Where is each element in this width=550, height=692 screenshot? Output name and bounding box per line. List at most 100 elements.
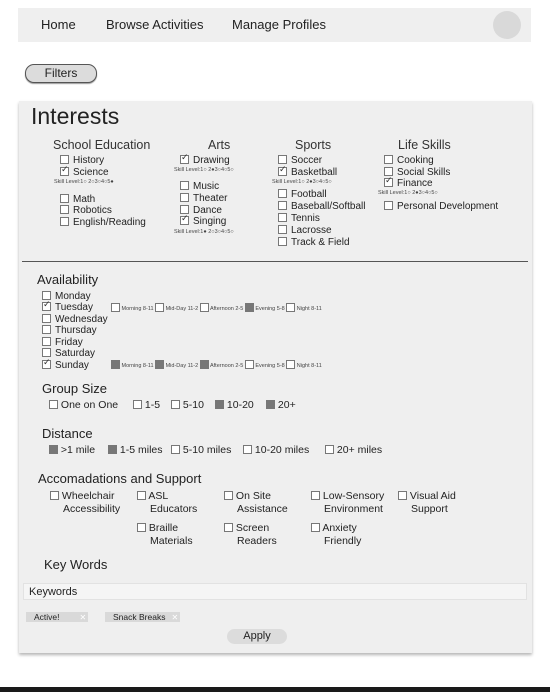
science-checkbox[interactable]: [60, 164, 69, 176]
track-field-checkbox[interactable]: [278, 236, 287, 246]
close-icon[interactable]: ✕: [171, 613, 178, 622]
group-size-5-10[interactable]: 5-10: [171, 399, 204, 411]
filters-button[interactable]: Filters: [25, 64, 97, 83]
music-checkbox[interactable]: [180, 180, 189, 190]
accommodation-braille[interactable]: Braille Materials: [137, 522, 193, 548]
day-sunday[interactable]: Sunday: [42, 357, 89, 371]
10-20-miles-checkbox[interactable]: [243, 444, 252, 454]
20-plus-miles-checkbox[interactable]: [325, 444, 334, 454]
singing-skill-level[interactable]: Skill Level:1● 2○3○4○5○: [174, 229, 234, 235]
math-checkbox[interactable]: [60, 193, 69, 203]
interest-lacrosse[interactable]: Lacrosse: [278, 224, 332, 236]
nav-manage-profiles-link[interactable]: Manage Profiles: [232, 17, 326, 32]
accommodation-on-site[interactable]: On Site Assistance: [224, 490, 288, 516]
cooking-checkbox[interactable]: [384, 154, 393, 164]
wheelchair-checkbox[interactable]: [50, 490, 59, 500]
size-10-20-checkbox[interactable]: [215, 399, 224, 409]
interest-theater[interactable]: Theater: [180, 192, 227, 204]
day-tuesday[interactable]: Tuesday: [42, 299, 93, 313]
nav-browse-activities-link[interactable]: Browse Activities: [106, 17, 204, 32]
interest-drawing[interactable]: Drawing: [180, 152, 230, 166]
theater-checkbox[interactable]: [180, 192, 189, 202]
robotics-checkbox[interactable]: [60, 204, 69, 214]
interest-singing[interactable]: Singing: [180, 213, 226, 227]
basketball-checkbox[interactable]: [278, 164, 287, 176]
accommodation-visual-aid[interactable]: Visual Aid Support: [398, 490, 456, 516]
apply-button[interactable]: Apply: [227, 629, 287, 644]
history-checkbox[interactable]: [60, 154, 69, 164]
interest-science[interactable]: Science: [60, 164, 109, 178]
interest-music[interactable]: Music: [180, 180, 219, 192]
5-10-miles-checkbox[interactable]: [171, 444, 180, 454]
on-site-checkbox[interactable]: [224, 490, 233, 500]
tuesday-slot-afternoon[interactable]: Afternoon 2-5: [199, 303, 243, 312]
interest-personal-development[interactable]: Personal Development: [384, 200, 498, 212]
tuesday-slot-midday[interactable]: Mid-Day 11-2: [155, 303, 198, 312]
visual-aid-checkbox[interactable]: [398, 490, 407, 500]
accommodation-screen-readers[interactable]: Screen Readers: [224, 522, 277, 548]
keyword-chip-active[interactable]: Active! ✕: [26, 612, 89, 622]
finance-checkbox[interactable]: [384, 175, 393, 187]
group-size-1-5[interactable]: 1-5: [133, 399, 160, 411]
braille-checkbox[interactable]: [137, 522, 146, 532]
football-checkbox[interactable]: [278, 188, 287, 198]
wednesday-checkbox[interactable]: [42, 313, 51, 323]
lacrosse-checkbox[interactable]: [278, 224, 287, 234]
accommodation-anxiety-friendly[interactable]: Anxiety Friendly: [311, 522, 361, 548]
tuesday-checkbox[interactable]: [42, 299, 51, 311]
group-size-20-plus[interactable]: 20+: [266, 399, 296, 411]
distance-10-20-miles[interactable]: 10-20 miles: [243, 444, 309, 456]
finance-skill-level[interactable]: Skill Level:1○ 2●3○4○5○: [378, 190, 438, 196]
tuesday-slot-evening[interactable]: Evening 5-8: [244, 303, 285, 312]
friday-checkbox[interactable]: [42, 336, 51, 346]
interest-math[interactable]: Math: [60, 193, 95, 205]
tuesday-slot-night[interactable]: Night 8-11: [286, 303, 322, 312]
size-5-10-checkbox[interactable]: [171, 399, 180, 409]
interest-basketball[interactable]: Basketball: [278, 164, 337, 178]
group-size-one-on-one[interactable]: One on One: [49, 399, 118, 411]
distance-5-10-miles[interactable]: 5-10 miles: [171, 444, 231, 456]
english-reading-checkbox[interactable]: [60, 216, 69, 226]
nav-home-link[interactable]: Home: [41, 17, 76, 32]
size-1-5-checkbox[interactable]: [133, 399, 142, 409]
distance-1-5-miles[interactable]: 1-5 miles: [108, 444, 163, 456]
interest-tennis[interactable]: Tennis: [278, 212, 320, 224]
distance-20-plus-miles[interactable]: 20+ miles: [325, 444, 382, 456]
group-size-10-20[interactable]: 10-20: [215, 399, 254, 411]
size-20-plus-checkbox[interactable]: [266, 399, 275, 409]
low-sensory-checkbox[interactable]: [311, 490, 320, 500]
day-thursday[interactable]: Thursday: [42, 324, 97, 336]
1-5-miles-checkbox[interactable]: [108, 444, 117, 454]
personal-development-checkbox[interactable]: [384, 200, 393, 210]
under-1-mile-checkbox[interactable]: [49, 444, 58, 454]
interest-robotics[interactable]: Robotics: [60, 204, 112, 216]
interest-football[interactable]: Football: [278, 188, 327, 200]
keyword-chip-snack-breaks[interactable]: Snack Breaks ✕: [105, 612, 181, 622]
accommodation-asl[interactable]: ASL Educators: [137, 490, 197, 516]
sunday-slot-afternoon[interactable]: Afternoon 2-5: [199, 360, 243, 369]
screen-readers-checkbox[interactable]: [224, 522, 233, 532]
interest-baseball-softball[interactable]: Baseball/Softball: [278, 200, 366, 212]
tuesday-slot-morning[interactable]: Morning 8-11: [111, 303, 154, 312]
interest-finance[interactable]: Finance: [384, 175, 433, 189]
anxiety-friendly-checkbox[interactable]: [311, 522, 320, 532]
interest-track-field[interactable]: Track & Field: [278, 236, 350, 248]
keywords-input[interactable]: Keywords: [23, 583, 527, 600]
drawing-skill-level[interactable]: Skill Level:1○ 2●3○4○5○: [174, 167, 234, 173]
sunday-slot-evening[interactable]: Evening 5-8: [244, 360, 285, 369]
saturday-checkbox[interactable]: [42, 347, 51, 357]
distance-under-1-mile[interactable]: >1 mile: [49, 444, 95, 456]
interest-cooking[interactable]: Cooking: [384, 154, 434, 166]
day-wednesday[interactable]: Wednesday: [42, 313, 108, 325]
one-on-one-checkbox[interactable]: [49, 399, 58, 409]
accommodation-low-sensory[interactable]: Low-Sensory Environment: [311, 490, 384, 516]
baseball-softball-checkbox[interactable]: [278, 200, 287, 210]
drawing-checkbox[interactable]: [180, 152, 189, 164]
avatar[interactable]: [493, 11, 521, 39]
sunday-slot-morning[interactable]: Morning 8-11: [111, 360, 154, 369]
tennis-checkbox[interactable]: [278, 212, 287, 222]
close-icon[interactable]: ✕: [80, 613, 87, 622]
basketball-skill-level[interactable]: Skill Level:1○ 2●3○4○5○: [272, 179, 332, 185]
science-skill-level[interactable]: Skill Level:1○ 2○3○4○5●: [54, 179, 114, 185]
accommodation-wheelchair[interactable]: Wheelchair Accessibility: [50, 490, 120, 516]
